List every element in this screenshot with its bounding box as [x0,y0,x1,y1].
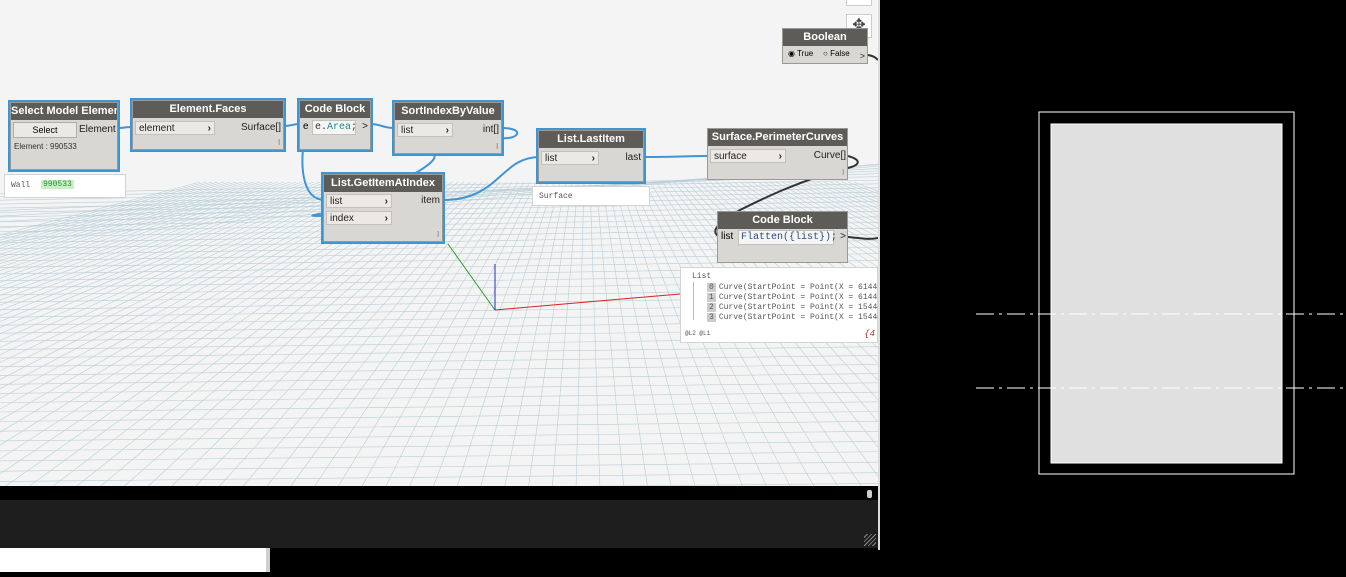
item-value: Curve(StartPoint = Point(X = 15444.724 [718,303,878,312]
lacing-indicator: l [278,138,280,147]
background-window-strip [0,548,266,572]
node-title: Select Model Element [11,103,117,120]
radio-unselected-icon: ○ [823,49,828,58]
node-title: Boolean [783,29,867,46]
chevron-right-icon: › [445,125,449,136]
node-list-last-item[interactable]: List.LastItem list › last [536,128,646,184]
node-title: Code Block [718,212,847,229]
radio-label: True [797,49,814,58]
scrollbar-thumb[interactable] [867,490,872,498]
node-title: Surface.PerimeterCurves [708,129,847,146]
port-label: list [545,153,558,164]
radio-false[interactable]: ○ False [823,49,850,58]
node-element-faces[interactable]: Element.Faces element › Surface[] l [130,98,286,152]
lacing-indicator: l [496,142,498,151]
preview-bubble-wall: Wall 990533 [4,174,126,198]
output-port[interactable]: > [836,230,846,244]
chevron-right-icon: › [591,153,595,164]
input-port-element[interactable]: element › [135,121,215,135]
item-index: 3 [707,313,716,322]
node-boolean[interactable]: Boolean ◉ True ○ False > [782,28,868,64]
code-editor[interactable]: Flatten({list}); [738,230,837,245]
zoom-control[interactable] [846,0,872,6]
preview-list-header: List [692,272,712,281]
port-label: list [401,125,414,136]
radio-true[interactable]: ◉ True [788,49,813,58]
lacing-indicator: l [437,230,439,239]
port-label: list [330,196,343,207]
node-code-block-area[interactable]: Code Block e e.Area; > [297,98,373,152]
output-port-surfaces[interactable]: Surface[] [237,121,281,135]
code-end: ; [351,122,358,133]
resize-grip-icon[interactable] [864,534,876,546]
node-title: Code Block [300,101,370,118]
code-var: e. [315,122,328,133]
node-select-model-element[interactable]: Select Model Element Select Element Elem… [8,100,120,172]
node-code-block-flatten[interactable]: Code Block list Flatten({list}); > [717,211,848,263]
node-title: Element.Faces [133,101,283,118]
code-editor[interactable]: e.Area; [312,120,358,135]
output-port-item[interactable]: item [410,194,440,208]
node-sort-index-by-value[interactable]: SortIndexByValue list › int[] l [392,100,504,156]
radio-selected-icon: ◉ [788,49,795,58]
code-member: Area [327,122,352,133]
item-index: 2 [707,303,716,312]
lacing-indicator: l [842,168,844,177]
node-list-get-item-at-index[interactable]: List.GetItemAtIndex list › index › item l [321,172,445,244]
input-port-list[interactable]: list › [541,151,599,165]
port-label: surface [714,151,747,162]
node-title: List.LastItem [539,131,643,148]
output-port[interactable]: > [855,49,865,63]
node-surface-perimeter-curves[interactable]: Surface.PerimeterCurves surface › Curve[]… [707,128,848,180]
preview-tree-line [693,282,694,320]
input-port-list[interactable]: list › [326,194,392,208]
node-title: SortIndexByValue [395,103,501,120]
port-label: element [139,123,175,134]
input-port-index[interactable]: index › [326,211,392,225]
preview-list-item: 0Curve(StartPoint = Point(X = 6144.724, [707,283,878,292]
input-port-e[interactable]: e [303,121,309,132]
input-port-surface[interactable]: surface › [710,149,786,163]
preview-count: {4 [864,329,875,339]
chevron-right-icon: › [384,213,388,224]
output-port-last[interactable]: last [615,151,641,165]
chevron-right-icon: › [384,196,388,207]
plan-view [976,111,1346,475]
select-button[interactable]: Select [13,122,77,138]
input-port-list[interactable]: list › [397,123,453,137]
background-window-edge [266,548,270,572]
console-panel[interactable] [0,486,878,548]
selection-info: Element : 990533 [14,142,77,151]
chevron-right-icon: › [207,123,211,134]
radio-label: False [830,49,850,58]
item-value: Curve(StartPoint = Point(X = 15444.724 [718,313,878,322]
preview-label: Surface [539,192,573,201]
item-value: Curve(StartPoint = Point(X = 6144.724, [718,293,878,302]
output-port-element[interactable]: Element [79,123,116,137]
item-index: 0 [707,283,716,292]
preview-bubble-list: List 0Curve(StartPoint = Point(X = 6144.… [680,267,878,343]
preview-label: Wall [11,181,31,190]
output-port[interactable]: > [358,120,368,134]
node-title: List.GetItemAtIndex [324,175,442,192]
preview-levels: @L2 @L1 [685,330,711,337]
input-port-list[interactable]: list [721,231,733,242]
chevron-right-icon: › [778,151,782,162]
graph-canvas[interactable]: ✥ Select Model Element Select Element El… [0,0,878,486]
preview-id: 990533 [41,180,74,189]
output-port-int[interactable]: int[] [469,123,499,137]
preview-list-item: 2Curve(StartPoint = Point(X = 15444.724 [707,303,878,312]
revit-viewport[interactable] [880,0,1346,572]
item-index: 1 [707,293,716,302]
preview-list-item: 3Curve(StartPoint = Point(X = 15444.724 [707,313,878,322]
preview-bubble-surface: Surface [532,186,650,206]
port-label: index [330,213,354,224]
output-port-curves[interactable]: Curve[] [808,149,846,163]
item-value: Curve(StartPoint = Point(X = 6144.724, [718,283,878,292]
preview-list-item: 1Curve(StartPoint = Point(X = 6144.724, [707,293,878,302]
